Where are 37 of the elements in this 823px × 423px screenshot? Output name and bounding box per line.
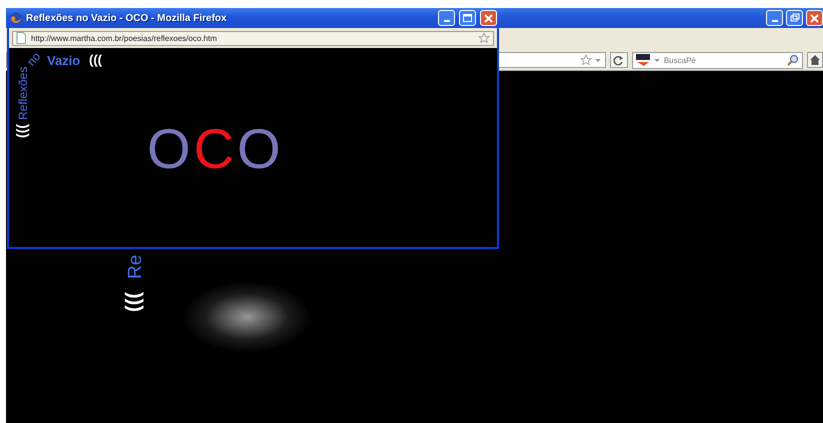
title-word: Reflexões xyxy=(17,66,29,120)
letter: C xyxy=(194,121,234,177)
search-field[interactable]: BuscaPé xyxy=(632,52,804,68)
close-icon xyxy=(809,12,820,24)
search-field[interactable]: BuscaPé xyxy=(664,56,784,64)
close-icon xyxy=(483,12,494,24)
minimize-button[interactable] xyxy=(766,10,783,26)
waves-mark: ((( xyxy=(89,53,102,66)
letter: O xyxy=(237,121,281,177)
dropdown-icon xyxy=(652,57,661,63)
title-word: no xyxy=(24,50,43,68)
address-field[interactable]: http://www.martha.com.br/poesias/reflexoes/oco.htm xyxy=(12,30,494,46)
restore-button[interactable] xyxy=(786,10,803,26)
search-icon xyxy=(787,54,800,66)
close-button[interactable] xyxy=(806,10,823,26)
star-icon xyxy=(580,54,592,66)
reload-button[interactable] xyxy=(610,52,628,68)
reload-icon xyxy=(613,54,624,66)
letter: O xyxy=(147,121,191,177)
waves-mark: ))) xyxy=(17,124,31,138)
close-button[interactable] xyxy=(480,10,497,26)
logo-icon xyxy=(636,54,650,66)
home-button[interactable] xyxy=(807,52,823,68)
maximize-button[interactable] xyxy=(459,10,476,26)
waves-mark: ))) xyxy=(123,291,147,313)
restore-icon xyxy=(789,12,800,24)
title-text: Re xyxy=(126,254,145,279)
page-icon xyxy=(16,32,26,44)
title-word: Vazio xyxy=(47,54,80,67)
minimize-icon xyxy=(772,20,778,22)
star-icon xyxy=(478,32,490,44)
minimize-button[interactable] xyxy=(438,10,455,26)
dropdown-icon xyxy=(594,57,602,63)
minimize-icon xyxy=(444,20,450,22)
maximize-icon xyxy=(462,12,473,24)
home-icon xyxy=(809,54,822,66)
window-title: Reflexões no Vazio - OCO - Mozilla Firefox xyxy=(26,12,228,24)
